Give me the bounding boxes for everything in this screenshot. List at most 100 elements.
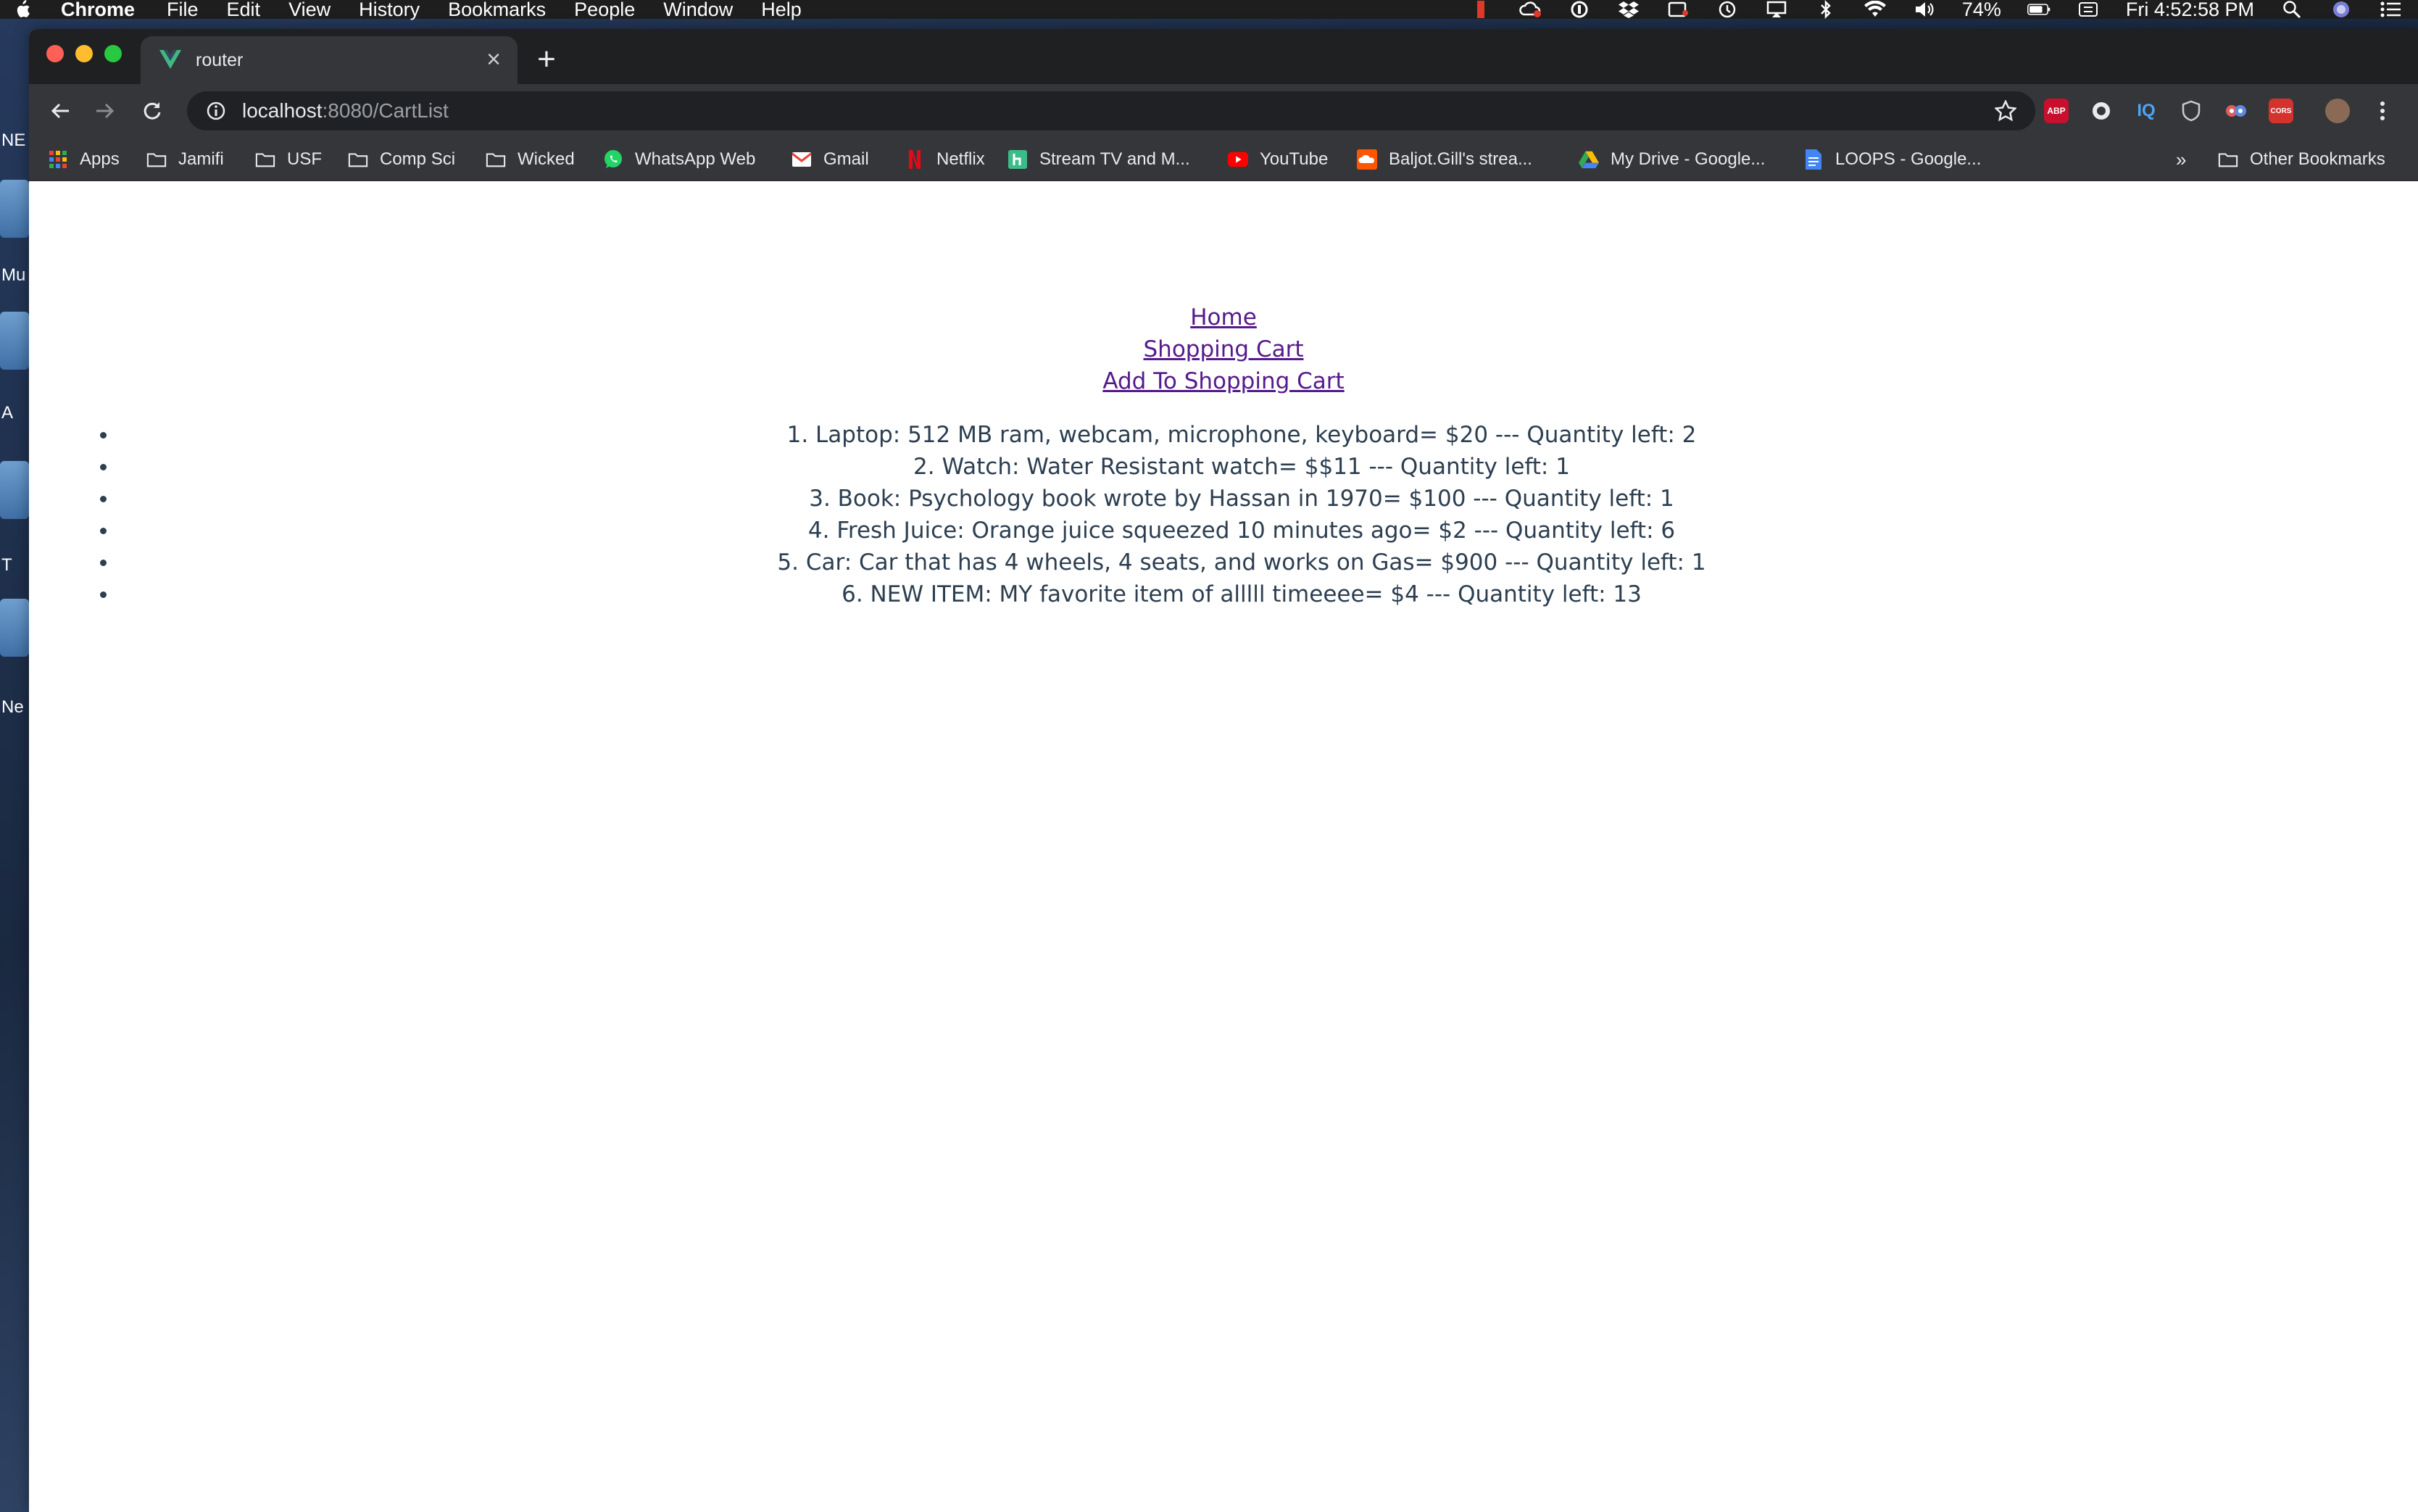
list-item: 1. Laptop: 512 MB ram, webcam, microphon… — [100, 419, 2383, 451]
cart-item-text: 1. Laptop: 512 MB ram, webcam, microphon… — [786, 422, 1697, 448]
dropbox-icon[interactable] — [1617, 1, 1640, 18]
bookmark-folder-wicked[interactable]: Wicked — [486, 148, 575, 171]
siri-icon[interactable] — [2330, 1, 2353, 18]
adblock-plus-icon[interactable]: ABP — [2044, 99, 2069, 123]
chrome-menu-icon[interactable] — [2370, 99, 2395, 123]
nav-link-home[interactable]: Home — [29, 302, 2418, 333]
bookmark-whatsapp-web[interactable]: WhatsApp Web — [603, 148, 755, 171]
cart-item-text: 5. Car: Car that has 4 wheels, 4 seats, … — [777, 549, 1706, 576]
tab-strip: router × + — [29, 29, 2418, 84]
tab-close-icon[interactable]: × — [483, 47, 504, 72]
bookmark-folder-usf[interactable]: USF — [255, 148, 322, 171]
menu-view[interactable]: View — [288, 0, 331, 21]
iq-extension-icon[interactable]: IQ — [2134, 99, 2159, 123]
bookmark-folder-jamifi[interactable]: Jamifi — [146, 148, 224, 171]
wifi-icon[interactable] — [1864, 1, 1887, 18]
image-capture-icon[interactable] — [1666, 1, 1690, 18]
battery-icon[interactable] — [2027, 1, 2051, 18]
desktop-folder-icon[interactable] — [0, 180, 29, 238]
keyboard-input-icon[interactable] — [2077, 1, 2100, 18]
address-bar[interactable]: localhost:8080/CartList — [187, 91, 2035, 130]
desktop-folder-icon[interactable] — [0, 312, 29, 370]
spotlight-icon[interactable] — [2280, 1, 2303, 19]
menu-bookmarks[interactable]: Bookmarks — [448, 0, 546, 21]
folder-icon — [255, 150, 275, 169]
bluetooth-icon[interactable] — [1814, 0, 1837, 19]
list-item: 5. Car: Car that has 4 wheels, 4 seats, … — [100, 547, 2383, 578]
airplay-icon[interactable] — [1765, 1, 1788, 18]
menu-file[interactable]: File — [167, 0, 199, 21]
desktop: Chrome File Edit View History Bookmarks … — [0, 0, 2418, 1512]
cors-extension-icon[interactable]: CORS — [2269, 99, 2293, 123]
menu-app-name[interactable]: Chrome — [61, 0, 135, 21]
tab-router[interactable]: router × — [141, 36, 518, 84]
list-item: 4. Fresh Juice: Orange juice squeezed 10… — [100, 515, 2383, 547]
bookmark-star-icon[interactable] — [1993, 99, 2018, 122]
browser-toolbar: localhost:8080/CartList ABP IQ CORS — [29, 84, 2418, 138]
desktop-label: Ne — [1, 697, 24, 717]
menu-clock[interactable]: Fri 4:52:58 PM — [2126, 0, 2254, 21]
back-button[interactable] — [45, 96, 75, 126]
hulu-icon — [1008, 150, 1028, 169]
cart-item-text: 6. NEW ITEM: MY favorite item of alllll … — [842, 581, 1642, 607]
google-drive-icon — [1579, 150, 1599, 169]
menu-people[interactable]: People — [574, 0, 635, 21]
gmail-icon — [792, 150, 812, 169]
apps-grid-icon — [48, 150, 68, 169]
bookmark-loops-doc[interactable]: LOOPS - Google... — [1803, 148, 1981, 171]
apple-menu-icon[interactable] — [14, 0, 32, 20]
url-path: :8080/CartList — [322, 99, 449, 122]
forward-button[interactable] — [90, 96, 120, 126]
window-minimize-button[interactable] — [75, 45, 93, 62]
page-content: Home Shopping Cart Add To Shopping Cart … — [29, 181, 2418, 1512]
password-manager-icon[interactable] — [1568, 1, 1591, 18]
list-bullet — [100, 496, 107, 502]
router-nav: Home Shopping Cart Add To Shopping Cart — [29, 302, 2418, 397]
volume-icon[interactable] — [1913, 1, 1936, 18]
extension-eyes-icon[interactable] — [2224, 99, 2248, 123]
list-bullet — [100, 560, 107, 566]
recording-icon[interactable] — [1469, 1, 1492, 18]
bookmark-soundcloud[interactable]: Baljot.Gill's strea... — [1357, 148, 1532, 171]
profile-avatar[interactable] — [2325, 99, 2350, 123]
window-close-button[interactable] — [46, 45, 64, 62]
nav-link-add-to-cart[interactable]: Add To Shopping Cart — [29, 365, 2418, 397]
menu-window[interactable]: Window — [663, 0, 733, 21]
list-bullet — [100, 528, 107, 534]
bookmark-hulu[interactable]: Stream TV and M... — [1008, 148, 1190, 171]
new-tab-button[interactable]: + — [532, 43, 561, 75]
extension-shield-icon[interactable] — [2179, 99, 2203, 123]
folder-icon — [486, 150, 506, 169]
desktop-label: Mu — [1, 265, 26, 285]
bookmark-folder-comp-sci[interactable]: Comp Sci — [348, 148, 455, 171]
vue-logo-icon — [159, 49, 181, 71]
browser-window: router × + localhost:8080/CartList ABP … — [29, 29, 2418, 1512]
notification-center-icon[interactable] — [2379, 1, 2402, 18]
extension-globe-icon[interactable] — [2089, 99, 2114, 123]
window-maximize-button[interactable] — [104, 45, 122, 62]
time-machine-icon[interactable] — [1716, 1, 1739, 18]
desktop-folder-icon[interactable] — [0, 599, 29, 657]
bookmark-gmail[interactable]: Gmail — [792, 148, 869, 171]
bookmarks-overflow-button[interactable]: » — [2176, 148, 2186, 171]
tab-title: router — [196, 49, 244, 70]
whatsapp-icon — [603, 150, 623, 169]
creative-cloud-icon[interactable] — [1518, 1, 1542, 18]
battery-percentage: 74% — [1961, 0, 2001, 20]
reload-button[interactable] — [136, 96, 167, 126]
site-info-icon[interactable] — [206, 101, 226, 121]
menu-history[interactable]: History — [359, 0, 420, 21]
folder-icon — [2218, 150, 2238, 169]
bookmark-my-drive[interactable]: My Drive - Google... — [1579, 148, 1765, 171]
desktop-folder-icon[interactable] — [0, 461, 29, 519]
netflix-icon — [905, 150, 925, 169]
menu-edit[interactable]: Edit — [227, 0, 261, 21]
list-bullet — [100, 432, 107, 439]
bookmark-netflix[interactable]: Netflix — [905, 148, 985, 171]
desktop-label: NE — [1, 130, 26, 150]
bookmark-youtube[interactable]: YouTube — [1228, 148, 1328, 171]
menu-help[interactable]: Help — [761, 0, 802, 21]
nav-link-shopping-cart[interactable]: Shopping Cart — [29, 333, 2418, 365]
bookmark-apps[interactable]: Apps — [48, 148, 120, 171]
other-bookmarks-folder[interactable]: Other Bookmarks — [2218, 148, 2385, 171]
